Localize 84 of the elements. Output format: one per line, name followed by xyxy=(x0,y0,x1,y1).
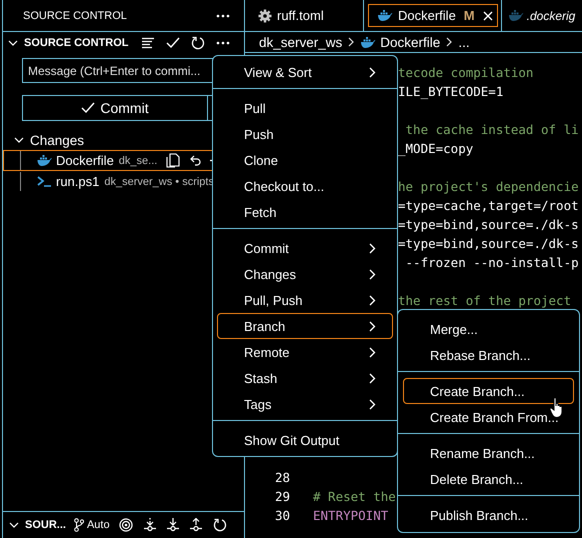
code-line: _MODE=copy xyxy=(398,140,474,158)
check-icon[interactable] xyxy=(166,37,180,49)
menu-item[interactable]: Tags xyxy=(217,391,393,417)
code-line: the rest of the project xyxy=(398,292,572,310)
chevron-icon xyxy=(369,242,376,254)
menu-item[interactable]: Pull xyxy=(217,95,393,121)
breadcrumb-item[interactable]: dk_server_ws xyxy=(259,34,342,50)
line-number: 28 xyxy=(274,469,290,487)
code-line: he project's dependencie xyxy=(398,178,579,196)
chevron-icon[interactable] xyxy=(9,522,19,528)
section-title[interactable]: SOUR... xyxy=(25,519,66,531)
editor-tab[interactable]: .dockerig xyxy=(502,0,576,31)
list-icon[interactable] xyxy=(141,37,155,49)
menu-item[interactable]: Changes xyxy=(217,261,393,287)
close-icon[interactable] xyxy=(482,10,493,20)
menu-item[interactable]: Show Git Output xyxy=(217,427,393,453)
open-file-icon[interactable] xyxy=(166,153,180,168)
check-icon xyxy=(81,102,96,114)
modified-label: M xyxy=(464,8,475,23)
more-icon[interactable] xyxy=(216,14,230,18)
menu-item[interactable]: Merge... xyxy=(403,316,574,342)
chevron-icon xyxy=(369,372,376,384)
section-title[interactable]: SOURCE CONTROL xyxy=(24,37,128,49)
code-line: --frozen --no-install-p xyxy=(404,254,579,272)
breadcrumb-item[interactable]: ... xyxy=(458,34,470,50)
editor-tab[interactable]: Dockerfile M xyxy=(364,0,502,31)
terminal-icon xyxy=(37,176,52,187)
commit-button[interactable]: Commit xyxy=(22,95,208,121)
chevron-icon xyxy=(446,37,452,47)
menu-item[interactable]: Publish Branch... xyxy=(403,502,574,528)
chevron-icon xyxy=(369,294,376,306)
chevron-icon xyxy=(369,398,376,410)
branch-icon[interactable] xyxy=(74,518,84,532)
menu-item[interactable]: Rebase Branch... xyxy=(403,342,574,368)
chevron-icon[interactable] xyxy=(14,137,24,143)
group-label[interactable]: Changes xyxy=(30,132,84,148)
whale-icon xyxy=(37,155,52,166)
more-icon[interactable] xyxy=(216,41,230,45)
menu-item[interactable]: Push xyxy=(217,121,393,147)
chevron-icon xyxy=(369,66,376,78)
code-line: =type=bind,source=./dk-s xyxy=(398,216,579,234)
file-name: run.ps1 xyxy=(56,174,100,189)
branch-mode[interactable]: Auto xyxy=(86,519,110,531)
chevron-icon xyxy=(348,37,354,47)
gear-icon xyxy=(258,8,272,22)
whale-icon xyxy=(377,10,393,21)
menu-item[interactable]: Delete Branch... xyxy=(403,466,574,492)
menu-item[interactable]: Pull, Push xyxy=(217,287,393,313)
code-line: =type=bind,source=./dk-s xyxy=(398,235,579,253)
menu-item[interactable]: Branch xyxy=(217,313,393,339)
breadcrumb-item[interactable]: Dockerfile xyxy=(360,34,440,50)
refresh-icon[interactable] xyxy=(212,518,227,532)
chevron-icon[interactable] xyxy=(8,40,18,46)
menu-item[interactable]: Remote xyxy=(217,339,393,365)
chevron-icon xyxy=(369,320,376,332)
chevron-icon xyxy=(369,346,376,358)
menu-item[interactable]: Create Branch... xyxy=(403,378,574,404)
line-number: 30 xyxy=(274,507,290,525)
code-line: ILE_BYTECODE=1 xyxy=(398,83,504,101)
menu-item[interactable]: Create Branch From... xyxy=(403,404,574,430)
undo-icon[interactable] xyxy=(189,154,202,168)
pull-icon[interactable] xyxy=(166,518,179,532)
menu-item[interactable]: Commit xyxy=(217,235,393,261)
push-icon[interactable] xyxy=(190,518,202,532)
code-line: =type=cache,target=/root xyxy=(398,197,579,215)
file-path: dk_se... xyxy=(118,154,158,166)
file-name: Dockerfile xyxy=(56,153,114,168)
code-line: # Reset the xyxy=(313,488,396,506)
code-line: ENTRYPOINT xyxy=(313,507,388,525)
menu-item[interactable]: Checkout to... xyxy=(217,173,393,199)
chevron-icon xyxy=(369,268,376,280)
editor-tab[interactable]: ruff.toml xyxy=(245,0,364,31)
line-number: 29 xyxy=(274,488,290,506)
target-icon[interactable] xyxy=(118,518,133,532)
code-line: tecode compilation xyxy=(398,64,534,82)
whale-icon xyxy=(360,36,376,48)
code-line: the cache instead of li xyxy=(404,121,579,139)
menu-item[interactable]: Fetch xyxy=(217,199,393,225)
panel-title: SOURCE CONTROL xyxy=(23,10,127,22)
fetch-icon[interactable] xyxy=(144,518,156,532)
refresh-icon[interactable] xyxy=(191,36,205,50)
menu-item[interactable]: Stash xyxy=(217,365,393,391)
whale-icon xyxy=(508,10,524,21)
menu-item[interactable]: Rename Branch... xyxy=(403,440,574,466)
